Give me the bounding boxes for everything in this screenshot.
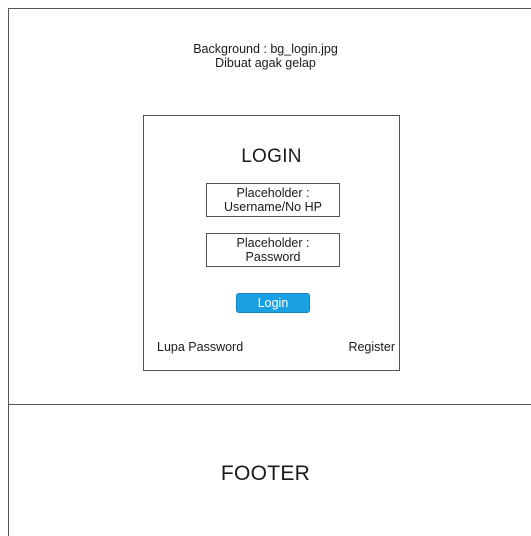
background-note-line-2: Dibuat agak gelap [215, 56, 316, 70]
forgot-password-link[interactable]: Lupa Password [157, 340, 243, 354]
login-panel: LOGIN Placeholder : Username/No HP Place… [143, 115, 400, 371]
login-button[interactable]: Login [236, 293, 310, 313]
footer-divider [8, 404, 531, 405]
footer-label: FOOTER [220, 462, 311, 485]
password-field-line-2: Password [245, 250, 301, 264]
username-field-line-2: Username/No HP [224, 200, 322, 214]
background-note: Background : bg_login.jpg Dibuat agak ge… [0, 42, 531, 70]
login-title: LOGIN [241, 146, 302, 167]
username-field-line-1: Placeholder : [236, 186, 310, 200]
password-field-line-1: Placeholder : [236, 236, 310, 250]
username-field[interactable]: Placeholder : Username/No HP [206, 183, 340, 217]
register-link[interactable]: Register [348, 340, 395, 354]
password-field[interactable]: Placeholder : Password [206, 233, 340, 267]
background-note-line-1: Background : bg_login.jpg [193, 42, 338, 56]
